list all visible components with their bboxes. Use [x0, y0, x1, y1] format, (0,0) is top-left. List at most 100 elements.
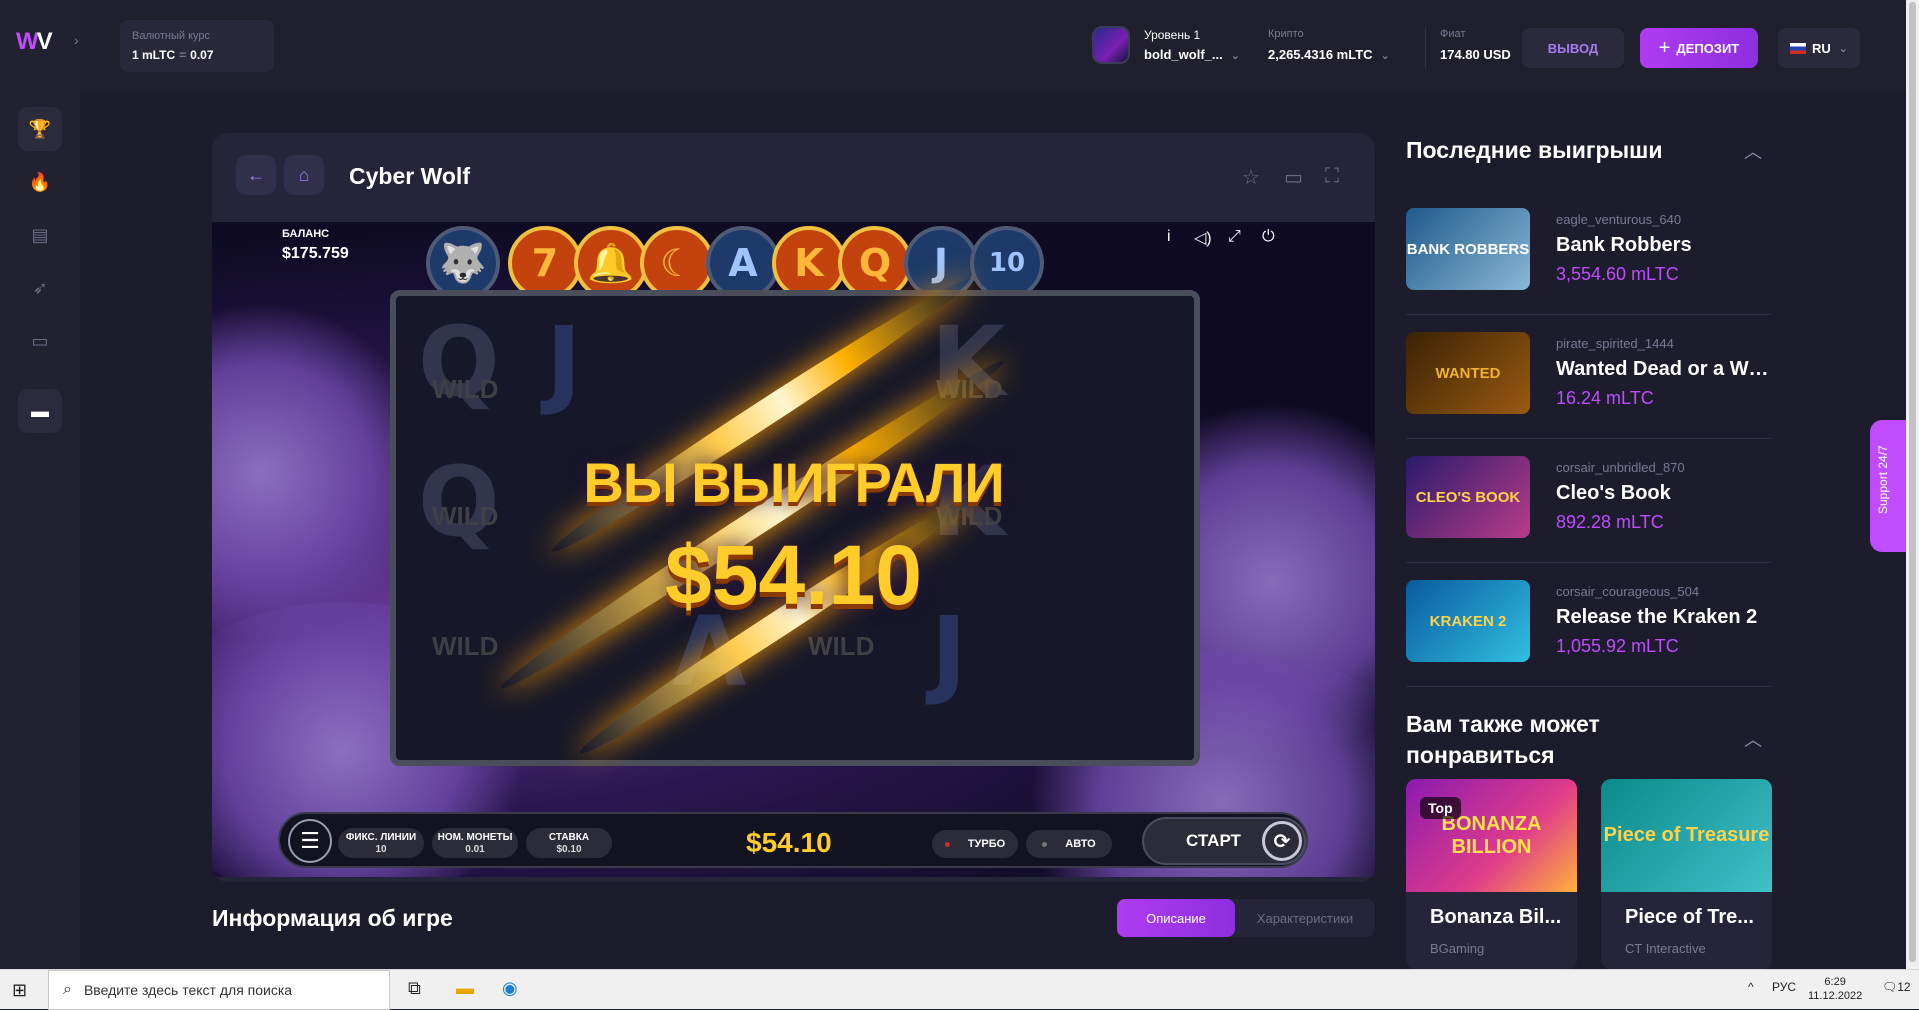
symbol-top: 10 [970, 226, 1044, 300]
lines-value: 10 [375, 844, 387, 855]
list-item[interactable]: KRAKEN 2 corsair_courageous_504 Release … [1406, 564, 1771, 687]
scrollbar-thumb[interactable] [1909, 2, 1916, 962]
crypto-balance[interactable]: Крипто 2,265.4316 mLTC ⌄ [1268, 28, 1390, 62]
fire-icon[interactable]: 🔥 [18, 160, 62, 204]
game-thumbnail: BANK ROBBERS [1406, 208, 1530, 290]
notification-icon[interactable]: 🗨12 [1882, 980, 1911, 994]
app-window: WV › 🏆 🔥 ▤ ➶ ▭ ▬ Валютный курс 1 mLTC = 0.… [0, 0, 1919, 969]
chevron-down-icon: ⌄ [1838, 42, 1848, 55]
theater-mode-icon[interactable]: ▭ [1284, 165, 1303, 190]
balance-label: БАЛАНС [282, 228, 330, 240]
deposit-button[interactable]: + ДЕПОЗИТ [1640, 28, 1758, 68]
wolf-symbol-icon: 🐺 [426, 226, 500, 300]
win-game-name: Bank Robbers [1556, 234, 1692, 256]
fiat-balance: Фиат 174.80 USD [1425, 28, 1511, 68]
site-logo[interactable]: WV [16, 28, 53, 56]
info-icon[interactable]: i [1167, 228, 1171, 246]
support-tab[interactable]: Support 24/7 [1870, 420, 1910, 552]
game-card[interactable]: Piece of Treasure Piece of Tre... CT Int… [1601, 779, 1772, 969]
crypto-value: 2,265.4316 mLTC [1268, 47, 1373, 62]
list-item[interactable]: CLEO'S BOOK corsair_unbridled_870 Cleo's… [1406, 440, 1771, 563]
win-game-name: Cleo's Book [1556, 482, 1671, 504]
win-game-name: Wanted Dead or a Wil... [1556, 358, 1771, 380]
tab-description[interactable]: Описание [1117, 899, 1235, 937]
username: bold_wolf_... ⌄ [1144, 47, 1240, 62]
symbol-top: A [706, 226, 780, 300]
user-menu[interactable]: Уровень 1 bold_wolf_... ⌄ [1092, 26, 1240, 64]
rate-left: 1 mLTC [132, 48, 176, 62]
list-item[interactable]: WANTED pirate_spirited_1444 Wanted Dead … [1406, 316, 1771, 439]
game-title: Cyber Wolf [349, 163, 470, 189]
coin-pill[interactable]: НОМ. МОНЕТЫ 0.01 [432, 828, 518, 858]
chevron-down-icon: ⌄ [1230, 50, 1240, 62]
trophy-icon[interactable]: 🏆 [18, 107, 62, 151]
bet-label: СТАВКА [548, 832, 590, 843]
balance-value: $175.759 [282, 245, 349, 262]
expand-icon[interactable]: ⤢ [1228, 228, 1241, 246]
language-select[interactable]: RU ⌄ [1778, 28, 1860, 68]
slots-icon[interactable]: ▤ [18, 213, 62, 257]
fullscreen-icon[interactable]: ⛶ [1325, 165, 1339, 188]
game-menu-button[interactable]: ☰ [288, 819, 332, 863]
game-card-name: Piece of Tre... [1625, 906, 1754, 928]
auto-label: АВТО [1065, 838, 1096, 850]
search-icon: ⌕ [63, 981, 72, 998]
back-button[interactable]: ← [236, 155, 276, 195]
taskbar-clock[interactable]: 6:29 11.12.2022 [1808, 975, 1862, 1003]
winner-name: corsair_unbridled_870 [1556, 460, 1685, 475]
lines-label: ФИКС. ЛИНИИ [345, 832, 417, 843]
game-control-bar: ☰ ФИКС. ЛИНИИ 10 НОМ. МОНЕТЫ 0.01 СТАВКА… [278, 812, 1308, 868]
star-icon[interactable]: ☆ [1242, 165, 1260, 190]
win-amount: 1,055.92 mLTC [1556, 636, 1679, 656]
lang-label: RU [1812, 40, 1831, 56]
page-scrollbar[interactable] [1906, 0, 1919, 969]
symbol-top: Q [838, 226, 912, 300]
rate-value: 1 mLTC = 0.07 [132, 48, 262, 62]
rate-sep: = [179, 48, 187, 62]
chevron-up-icon[interactable]: ^ [1748, 980, 1754, 994]
list-item[interactable]: BANK ROBBERS eagle_venturous_640 Bank Ro… [1406, 192, 1771, 315]
moon-symbol-icon: ☾ [640, 226, 714, 300]
arrow-left-icon: ← [247, 164, 265, 185]
symbol-top: 7 [508, 226, 582, 300]
tab-characteristics[interactable]: Характеристики [1235, 899, 1375, 937]
auto-toggle[interactable]: АВТО [1026, 830, 1112, 858]
keyboard-lang[interactable]: РУС [1772, 980, 1796, 994]
card-icon[interactable]: ▬ [18, 389, 62, 433]
game-card[interactable]: BONANZA BILLION Top Bonanza Bil... BGami… [1406, 779, 1577, 969]
game-header: ← ⌂ Cyber Wolf ☆ ▭ ⛶ [212, 133, 1375, 221]
game-thumbnail: CLEO'S BOOK [1406, 456, 1530, 538]
game-canvas[interactable]: БАЛАНС $175.759 i ◁) ⤢ ⏻ 🐺 7 🔔 ☾ A K Q J… [212, 222, 1375, 877]
turbo-toggle[interactable]: ТУРБО [932, 830, 1018, 858]
symbol-top: K [772, 226, 846, 300]
chevron-up-icon[interactable]: ︿ [1744, 726, 1762, 752]
lines-pill[interactable]: ФИКС. ЛИНИИ 10 [338, 828, 424, 858]
windows-start-icon[interactable]: ⊞ [12, 980, 27, 1001]
withdraw-button[interactable]: ВЫВОД [1522, 28, 1624, 68]
home-button[interactable]: ⌂ [284, 155, 324, 195]
taskbar-search-input[interactable]: ⌕ Введите здесь текст для поиска [48, 970, 390, 1010]
chevron-down-icon: ⌄ [1380, 50, 1390, 62]
top-badge: Top [1420, 797, 1461, 819]
info-tabs: Описание Характеристики [1117, 899, 1375, 937]
wild-label: WILD [432, 631, 499, 661]
chat-icon[interactable]: ▭ [18, 319, 62, 363]
username-text: bold_wolf_... [1144, 47, 1223, 62]
search-placeholder: Введите здесь текст для поиска [83, 982, 293, 998]
rocket-icon[interactable]: ➶ [18, 266, 62, 310]
sound-icon[interactable]: ◁) [1194, 228, 1212, 248]
status-dot [944, 841, 950, 847]
task-view-icon[interactable]: ⧉ [408, 978, 421, 999]
power-icon[interactable]: ⏻ [1262, 228, 1275, 246]
wild-label: WILD [808, 631, 875, 661]
edge-icon[interactable]: ◉ [502, 978, 518, 999]
win-amount: 16.24 mLTC [1556, 388, 1654, 408]
start-button[interactable]: СТАРТ ⟳ [1142, 817, 1306, 865]
user-info: Уровень 1 bold_wolf_... ⌄ [1144, 28, 1240, 62]
spin-icon: ⟳ [1262, 821, 1302, 861]
game-thumbnail: KRAKEN 2 [1406, 580, 1530, 662]
chevron-up-icon[interactable]: ︿ [1744, 138, 1762, 164]
game-panel: ← ⌂ Cyber Wolf ☆ ▭ ⛶ БАЛАНС $175.759 i ◁… [212, 133, 1375, 882]
bet-pill[interactable]: СТАВКА $0.10 [526, 828, 612, 858]
file-explorer-icon[interactable]: ▬ [456, 978, 474, 999]
